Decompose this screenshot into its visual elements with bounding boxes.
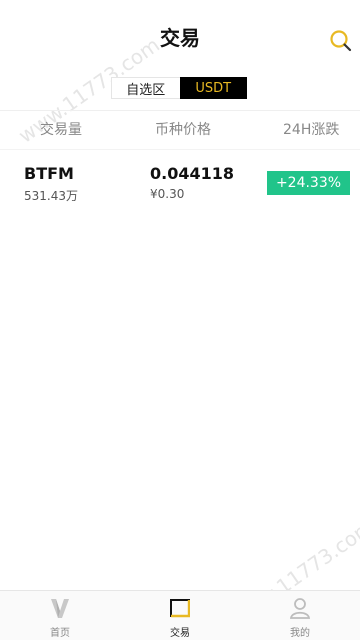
trade-icon bbox=[170, 599, 190, 618]
tab-trade[interactable]: 交易 bbox=[120, 591, 240, 641]
tab-profile-label: 我的 bbox=[290, 628, 310, 639]
symbol: BTFM bbox=[24, 164, 74, 183]
column-change[interactable]: 24H涨跌 bbox=[283, 119, 339, 139]
tab-favorites[interactable]: 自选区 bbox=[111, 77, 180, 99]
market-segment: 自选区 USDT bbox=[111, 77, 247, 99]
tab-profile[interactable]: 我的 bbox=[240, 591, 360, 641]
search-button[interactable] bbox=[328, 28, 354, 54]
page-title: 交易 bbox=[160, 26, 200, 50]
price: 0.044118 bbox=[150, 164, 235, 183]
tab-usdt[interactable]: USDT bbox=[179, 77, 247, 99]
home-v-icon bbox=[51, 599, 69, 618]
user-icon bbox=[290, 598, 310, 619]
volume: 531.43万 bbox=[24, 189, 78, 203]
bottom-tabbar: 首页 交易 我的 bbox=[0, 590, 360, 640]
market-row[interactable]: BTFM 531.43万 0.044118 ¥0.30 +24.33% bbox=[0, 152, 360, 212]
column-headers: 交易量 币种价格 24H涨跌 bbox=[0, 110, 360, 150]
tab-home-label: 首页 bbox=[50, 628, 70, 639]
column-volume[interactable]: 交易量 bbox=[40, 119, 82, 139]
search-icon bbox=[330, 30, 352, 52]
tab-trade-label: 交易 bbox=[170, 628, 190, 639]
header: 交易 bbox=[0, 0, 360, 72]
column-price[interactable]: 币种价格 bbox=[155, 119, 211, 139]
tab-home[interactable]: 首页 bbox=[0, 591, 120, 641]
price-cny: ¥0.30 bbox=[150, 187, 185, 201]
change-badge: +24.33% bbox=[267, 171, 350, 195]
